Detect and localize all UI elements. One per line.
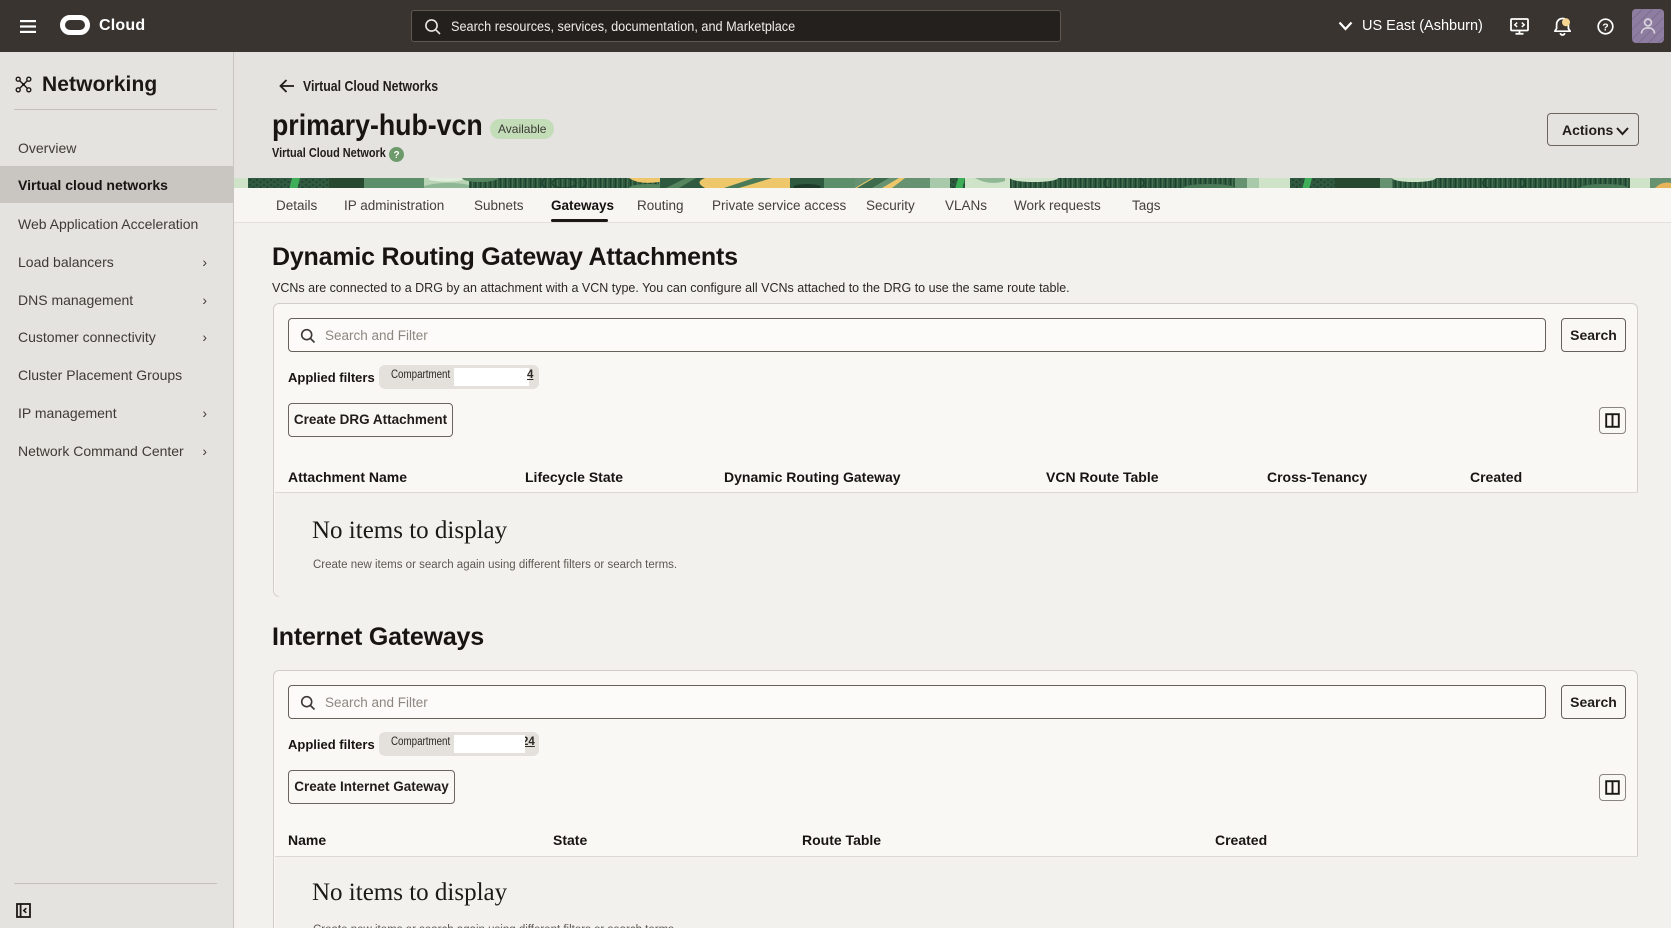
svg-text:?: ? — [1602, 21, 1608, 33]
svg-text:?: ? — [393, 150, 399, 161]
